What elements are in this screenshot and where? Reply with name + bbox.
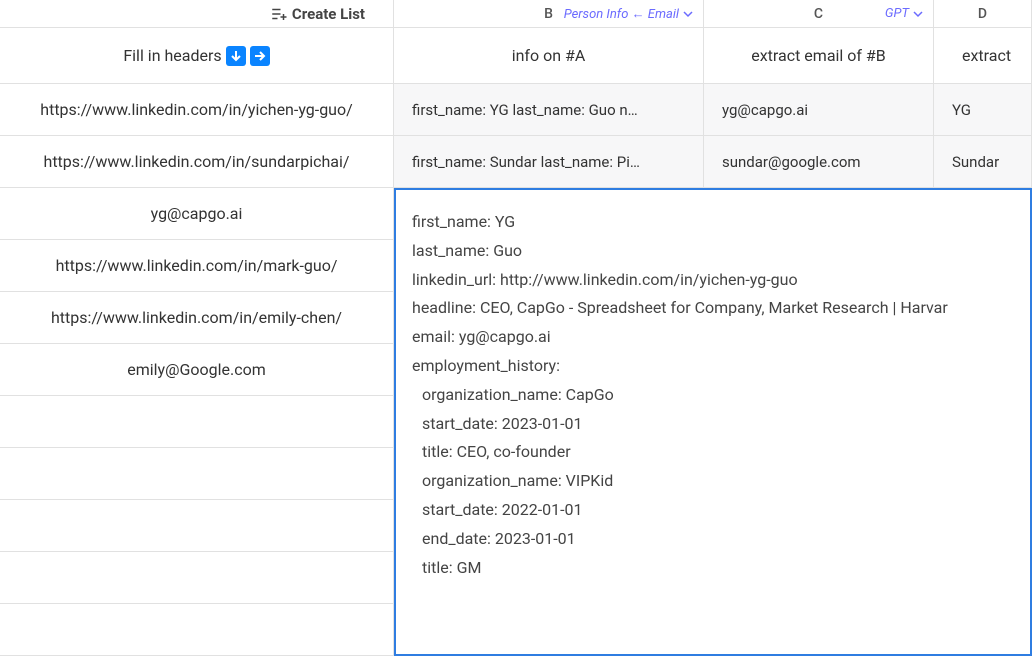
fill-down-button[interactable] [226, 46, 246, 66]
column-d-header-top[interactable]: D [934, 0, 1032, 28]
cell-b-2[interactable]: first_name: Sundar last_name: Pi… [394, 136, 704, 188]
column-c-type[interactable]: GPT [885, 6, 923, 21]
cell-a-10[interactable] [0, 552, 394, 604]
create-list-button[interactable]: Create List [270, 5, 365, 23]
expanded-line: title: CEO, co-founder [412, 438, 1014, 467]
cell-a-3[interactable]: yg@capgo.ai [0, 188, 394, 240]
cell-a-2[interactable]: https://www.linkedin.com/in/sundarpichai… [0, 136, 394, 188]
column-d-letter: D [978, 6, 987, 22]
column-d-subheader[interactable]: extract [934, 28, 1032, 84]
expanded-line: organization_name: CapGo [412, 381, 1014, 410]
cell-c-2[interactable]: sundar@google.com [704, 136, 934, 188]
cell-d-2[interactable]: Sundar [934, 136, 1032, 188]
cell-a-1[interactable]: https://www.linkedin.com/in/yichen-yg-gu… [0, 84, 394, 136]
expanded-line: email: yg@capgo.ai [412, 323, 1014, 352]
cell-a-4[interactable]: https://www.linkedin.com/in/mark-guo/ [0, 240, 394, 292]
expanded-line: start_date: 2023-01-01 [412, 410, 1014, 439]
cell-d-1[interactable]: YG [934, 84, 1032, 136]
cell-a-5[interactable]: https://www.linkedin.com/in/emily-chen/ [0, 292, 394, 344]
column-b-type[interactable]: Person Info ← Email [564, 6, 693, 22]
cell-c-1[interactable]: yg@capgo.ai [704, 84, 934, 136]
column-b-subheader[interactable]: info on #A [394, 28, 704, 84]
expanded-line: organization_name: VIPKid [412, 467, 1014, 496]
fill-right-button[interactable] [250, 46, 270, 66]
cell-b-1[interactable]: first_name: YG last_name: Guo n… [394, 84, 704, 136]
create-list-label: Create List [292, 5, 365, 23]
expanded-line: start_date: 2022-01-01 [412, 496, 1014, 525]
fill-headers-label: Fill in headers [123, 46, 221, 65]
list-add-icon [270, 5, 288, 23]
chevron-down-icon [683, 9, 693, 19]
column-a-top: Create List [0, 0, 394, 28]
expanded-line: headline: CEO, CapGo - Spreadsheet for C… [412, 294, 1014, 323]
column-c-subheader[interactable]: extract email of #B [704, 28, 934, 84]
column-b-letter: B [544, 6, 553, 22]
expanded-line: linkedin_url: http://www.linkedin.com/in… [412, 266, 1014, 295]
column-a-subheader: Fill in headers [0, 28, 394, 84]
column-b-header-top[interactable]: B Person Info ← Email [394, 0, 704, 28]
arrow-right-icon [254, 50, 266, 62]
chevron-down-icon [913, 9, 923, 19]
cell-a-7[interactable] [0, 396, 394, 448]
cell-a-9[interactable] [0, 500, 394, 552]
column-c-letter: C [814, 6, 823, 22]
arrow-down-icon [230, 50, 242, 62]
expanded-line: last_name: Guo [412, 237, 1014, 266]
cell-a-8[interactable] [0, 448, 394, 500]
expanded-line: employment_history: [412, 352, 1014, 381]
cell-a-11[interactable] [0, 604, 394, 656]
expanded-cell[interactable]: first_name: YG last_name: Guo linkedin_u… [394, 188, 1032, 656]
expanded-line: first_name: YG [412, 208, 1014, 237]
expanded-line: title: GM [412, 554, 1014, 583]
cell-a-6[interactable]: emily@Google.com [0, 344, 394, 396]
expanded-line: end_date: 2023-01-01 [412, 525, 1014, 554]
spreadsheet-grid: Create List B Person Info ← Email C GPT … [0, 0, 1032, 656]
column-c-header-top[interactable]: C GPT [704, 0, 934, 28]
